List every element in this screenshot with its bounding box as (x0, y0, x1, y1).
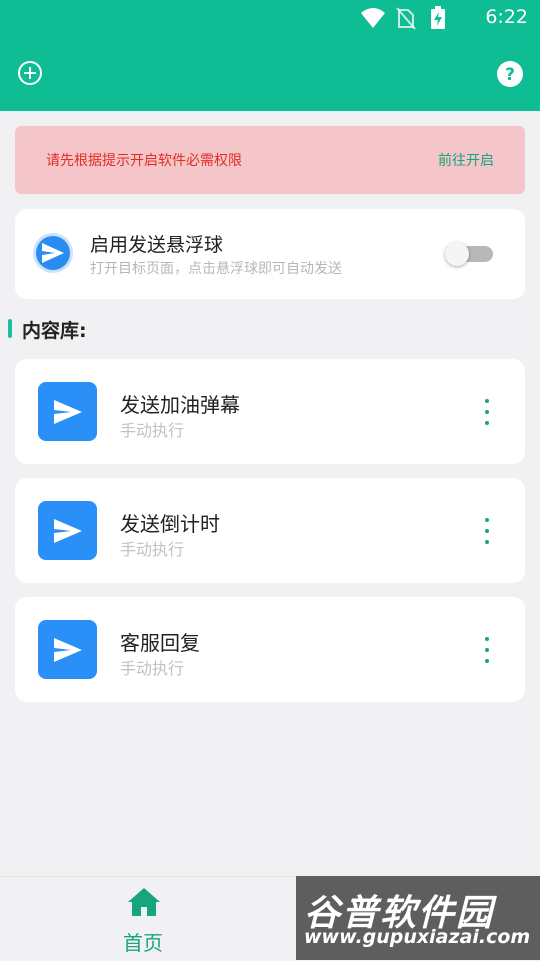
floating-ball-card: 启用发送悬浮球 打开目标页面，点击悬浮球即可自动发送 (15, 209, 525, 299)
item-subtitle: 手动执行 (120, 540, 185, 559)
more-options-icon[interactable] (475, 633, 499, 667)
permission-message: 请先根据提示开启软件必需权限 (46, 153, 242, 169)
list-item[interactable]: 发送加油弹幕 手动执行 (15, 359, 525, 464)
list-item[interactable]: 客服回复 手动执行 (15, 597, 525, 702)
permission-banner: 请先根据提示开启软件必需权限 前往开启 (15, 126, 525, 194)
floating-ball-toggle[interactable] (445, 242, 495, 266)
floating-ball-title: 启用发送悬浮球 (90, 234, 224, 256)
item-subtitle: 手动执行 (120, 659, 185, 678)
floating-ball-subtitle: 打开目标页面，点击悬浮球即可自动发送 (90, 261, 342, 277)
item-title: 发送倒计时 (120, 512, 220, 536)
watermark-url: www.gupuxiazai.com (304, 926, 531, 948)
send-icon (42, 243, 64, 263)
item-icon (38, 382, 97, 441)
item-icon (38, 620, 97, 679)
svg-text:?: ? (505, 65, 515, 85)
app-bar: 6:22 ? (0, 0, 540, 111)
send-icon (54, 519, 82, 543)
item-subtitle: 手动执行 (120, 421, 185, 440)
help-button[interactable]: ? (496, 60, 524, 88)
item-title: 发送加油弹幕 (120, 393, 240, 417)
list-item[interactable]: 发送倒计时 手动执行 (15, 478, 525, 583)
send-icon (54, 638, 82, 662)
home-icon (128, 888, 160, 916)
enable-permission-link[interactable]: 前往开启 (438, 150, 494, 170)
add-button[interactable] (17, 60, 45, 88)
status-icons (360, 6, 478, 30)
wifi-icon (361, 8, 385, 28)
item-title: 客服回复 (120, 631, 200, 655)
more-options-icon[interactable] (475, 514, 499, 548)
more-options-icon[interactable] (475, 395, 499, 429)
section-title: 内容库: (22, 320, 87, 342)
watermark-logo: 谷普软件园 www.gupuxiazai.com (296, 876, 540, 960)
nav-home-label: 首页 (123, 931, 163, 955)
item-icon (38, 501, 97, 560)
send-icon (54, 400, 82, 424)
help-icon: ? (497, 61, 523, 87)
battery-charging-icon (431, 6, 445, 29)
no-sim-icon (396, 7, 416, 30)
section-accent-bar (8, 319, 12, 338)
floating-ball-icon (33, 233, 73, 273)
nav-item-home[interactable]: 首页 (104, 887, 182, 957)
status-time: 6:22 (485, 6, 528, 28)
add-circle-icon (18, 61, 42, 85)
